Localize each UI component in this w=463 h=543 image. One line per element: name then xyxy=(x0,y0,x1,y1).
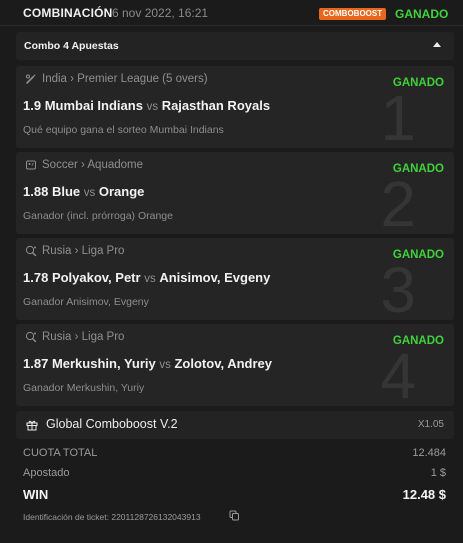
comboboost-badge: COMBOBOOST xyxy=(319,8,387,20)
table-tennis-icon xyxy=(25,331,37,343)
odds-value: 1.78 xyxy=(23,270,49,285)
table-tennis-icon xyxy=(25,245,37,257)
global-comboboost-label: Global Comboboost V.2 xyxy=(46,417,178,431)
league-breadcrumb: Soccer › Aquadome xyxy=(42,159,144,171)
combo-title: Combo 4 Apuestas xyxy=(24,40,119,52)
match-line: 1.87 Merkushin, Yuriy vs Zolotov, Andrey xyxy=(23,356,272,371)
odds-value: 1.88 xyxy=(23,184,49,199)
league-breadcrumb: India › Premier League (5 overs) xyxy=(42,73,208,85)
home-team: Polyakov, Petr xyxy=(51,270,141,285)
total-odds-value: 12.484 xyxy=(412,447,446,459)
vs-label: vs xyxy=(159,359,171,371)
bet-number: 3 xyxy=(380,254,416,320)
vs-label: vs xyxy=(83,187,96,199)
bet-selection: Ganador Merkushin, Yuriy xyxy=(23,382,145,394)
home-team: Blue xyxy=(51,184,81,199)
odds-value: 1.87 xyxy=(23,356,49,371)
bet-status: GANADO xyxy=(392,163,444,175)
vs-label: vs xyxy=(146,101,159,113)
bet-card: 4 Rusia › Liga Pro GANADO 1.87 Merkushin… xyxy=(16,324,454,406)
bet-number: 1 xyxy=(380,82,416,148)
match-line: 1.9 Mumbai Indians vs Rajasthan Royals xyxy=(23,98,270,113)
bet-number: 4 xyxy=(380,340,416,406)
bet-status: GANADO xyxy=(392,77,444,89)
global-comboboost: Global Comboboost V.2 X1.05 xyxy=(16,411,454,439)
bet-card: 3 Rusia › Liga Pro GANADO 1.78 Polyakov,… xyxy=(16,238,454,320)
stake-label: Apostado xyxy=(23,467,70,479)
bet-header: COMBINACIÓN 6 nov 2022, 16:21 COMBOBOOST… xyxy=(0,0,463,26)
bet-status: GANADO xyxy=(395,7,449,21)
stake-value: 1 $ xyxy=(430,467,446,479)
gift-icon xyxy=(26,420,38,431)
bet-number: 2 xyxy=(380,168,416,234)
caret-up-icon[interactable] xyxy=(433,42,441,47)
match-line: 1.88 Blue vs Orange xyxy=(23,184,144,199)
league-breadcrumb: Rusia › Liga Pro xyxy=(42,245,125,257)
soccer-icon xyxy=(26,160,36,170)
bet-card: 2 Soccer › Aquadome GANADO 1.88 Blue vs … xyxy=(16,152,454,234)
away-team: Orange xyxy=(98,184,145,199)
bet-date: 6 nov 2022, 16:21 xyxy=(112,6,209,20)
bet-selection: Ganador Anisimov, Evgeny xyxy=(23,296,149,308)
vs-label: vs xyxy=(144,273,156,285)
win-label: WIN xyxy=(23,487,49,502)
ticket-id: Identificación de ticket: 22011287261320… xyxy=(23,512,201,522)
bet-status: GANADO xyxy=(392,249,444,261)
bet-selection: Qué equipo gana el sorteo Mumbai Indians xyxy=(23,124,224,136)
combo-toggle[interactable]: Combo 4 Apuestas xyxy=(16,32,454,60)
bet-type-label: COMBINACIÓN xyxy=(23,6,113,20)
bet-card: 1 India › Premier League (5 overs) GANAD… xyxy=(16,66,454,148)
league-breadcrumb: Rusia › Liga Pro xyxy=(42,331,125,343)
away-team: Rajasthan Royals xyxy=(161,98,271,113)
odds-value: 1.9 xyxy=(23,98,42,113)
comboboost-multiplier: X1.05 xyxy=(417,419,444,430)
bet-status: GANADO xyxy=(392,335,444,347)
copy-icon[interactable] xyxy=(229,510,240,521)
away-team: Zolotov, Andrey xyxy=(174,356,272,371)
win-value: 12.48 $ xyxy=(402,487,446,502)
bet-selection: Ganador (incl. prórroga) Orange xyxy=(23,210,173,222)
match-line: 1.78 Polyakov, Petr vs Anisimov, Evgeny xyxy=(23,270,270,285)
cricket-icon xyxy=(26,74,36,84)
away-team: Anisimov, Evgeny xyxy=(159,270,271,285)
home-team: Mumbai Indians xyxy=(44,98,143,113)
total-odds-label: CUOTA TOTAL xyxy=(23,447,98,459)
home-team: Merkushin, Yuriy xyxy=(51,356,156,371)
